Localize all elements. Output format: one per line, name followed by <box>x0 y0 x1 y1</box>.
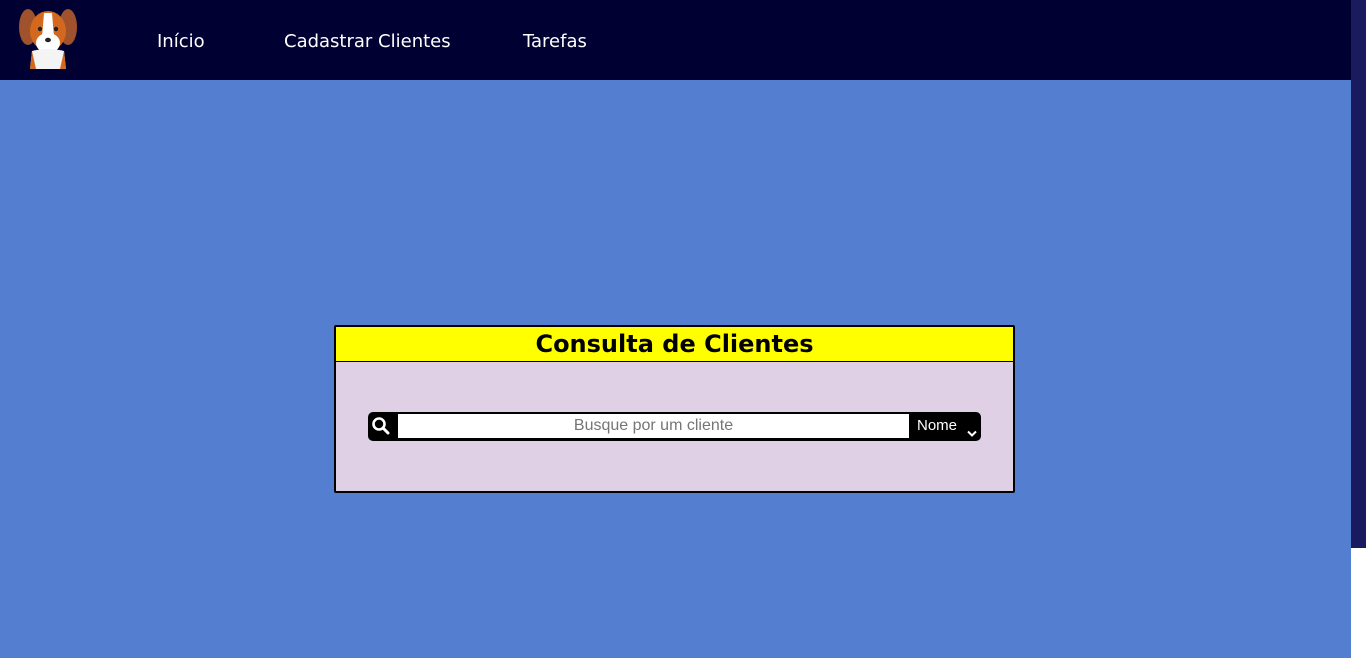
search-filter-selected-label: Nome <box>917 417 958 434</box>
nav-link-inicio[interactable]: Início <box>157 30 205 54</box>
chevron-down-icon <box>967 422 977 437</box>
card-title: Consulta de Clientes <box>535 330 814 358</box>
search-icon[interactable] <box>371 416 391 436</box>
nav-link-tarefas[interactable]: Tarefas <box>523 30 587 54</box>
top-navbar: Início Cadastrar Clientes Tarefas <box>0 0 1351 80</box>
client-search-bar: Nome <box>368 412 981 441</box>
card-header: Consulta de Clientes <box>336 327 1013 362</box>
scrollbar-thumb[interactable] <box>1351 0 1366 548</box>
nav-link-cadastrar-clientes[interactable]: Cadastrar Clientes <box>284 30 451 54</box>
client-search-input[interactable] <box>398 414 909 438</box>
page-scrollbar[interactable] <box>1351 0 1366 658</box>
dog-logo-icon[interactable] <box>18 7 78 69</box>
client-search-card: Consulta de Clientes Nome <box>334 325 1015 493</box>
search-filter-select[interactable]: Nome <box>911 414 979 438</box>
